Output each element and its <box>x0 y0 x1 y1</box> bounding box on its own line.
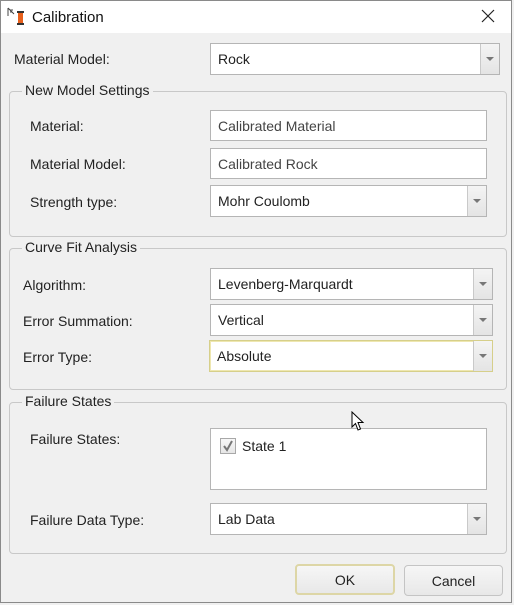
state-label: State 1 <box>242 438 287 454</box>
list-item[interactable]: State 1 <box>220 438 286 454</box>
state-1-checkbox[interactable] <box>220 438 236 454</box>
error-type-dropdown[interactable]: Absolute <box>209 340 493 372</box>
chevron-down-icon <box>479 318 487 322</box>
material-input[interactable]: Calibrated Material <box>210 110 487 141</box>
error-type-value: Absolute <box>217 348 272 364</box>
material-model-value: Rock <box>218 51 250 67</box>
failure-data-type-value: Lab Data <box>218 511 275 527</box>
dropdown-button[interactable] <box>473 269 492 299</box>
strength-type-value: Mohr Coulomb <box>218 193 310 209</box>
chevron-down-icon <box>473 199 481 203</box>
strength-type-dropdown[interactable]: Mohr Coulomb <box>210 185 487 217</box>
title-bar: Calibration <box>1 1 511 33</box>
material-value: Calibrated Material <box>218 118 336 134</box>
cancel-button[interactable]: Cancel <box>404 565 503 596</box>
failure-data-type-label: Failure Data Type: <box>30 512 145 528</box>
dropdown-button[interactable] <box>467 186 486 216</box>
calibration-dialog: Calibration Material Model: Rock New Mod… <box>0 0 512 603</box>
error-type-label: Error Type: <box>23 349 92 365</box>
material-label: Material: <box>30 118 84 134</box>
new-material-model-input[interactable]: Calibrated Rock <box>210 148 487 179</box>
error-summation-dropdown[interactable]: Vertical <box>210 304 493 336</box>
ok-button[interactable]: OK <box>295 564 395 595</box>
checkmark-icon <box>223 440 233 452</box>
chevron-down-icon <box>479 282 487 286</box>
window-title: Calibration <box>32 9 104 26</box>
algorithm-label: Algorithm: <box>23 277 87 293</box>
group-title: Failure States <box>22 393 115 409</box>
failure-states-label: Failure States: <box>30 431 121 447</box>
chevron-down-icon <box>479 354 487 358</box>
material-model-label: Material Model: <box>14 51 110 67</box>
new-material-model-label: Material Model: <box>30 156 126 172</box>
group-title: Curve Fit Analysis <box>22 239 141 255</box>
close-icon <box>481 9 495 26</box>
close-button[interactable] <box>465 1 511 33</box>
chevron-down-icon <box>473 517 481 521</box>
error-summation-label: Error Summation: <box>23 313 133 329</box>
calibration-app-icon <box>7 7 29 27</box>
group-title: New Model Settings <box>22 82 153 98</box>
mouse-cursor-icon <box>351 410 365 433</box>
chevron-down-icon <box>486 57 494 61</box>
failure-states-list[interactable]: State 1 <box>210 428 487 490</box>
strength-type-label: Strength type: <box>30 194 118 210</box>
new-material-model-value: Calibrated Rock <box>218 156 318 172</box>
algorithm-dropdown[interactable]: Levenberg-Marquardt <box>210 268 493 300</box>
dropdown-button[interactable] <box>473 341 492 371</box>
dropdown-button[interactable] <box>473 305 492 335</box>
error-summation-value: Vertical <box>218 312 264 328</box>
material-model-dropdown[interactable]: Rock <box>210 43 500 75</box>
algorithm-value: Levenberg-Marquardt <box>218 276 353 292</box>
failure-data-type-dropdown[interactable]: Lab Data <box>210 503 487 535</box>
dropdown-button[interactable] <box>480 44 499 74</box>
dropdown-button[interactable] <box>467 504 486 534</box>
